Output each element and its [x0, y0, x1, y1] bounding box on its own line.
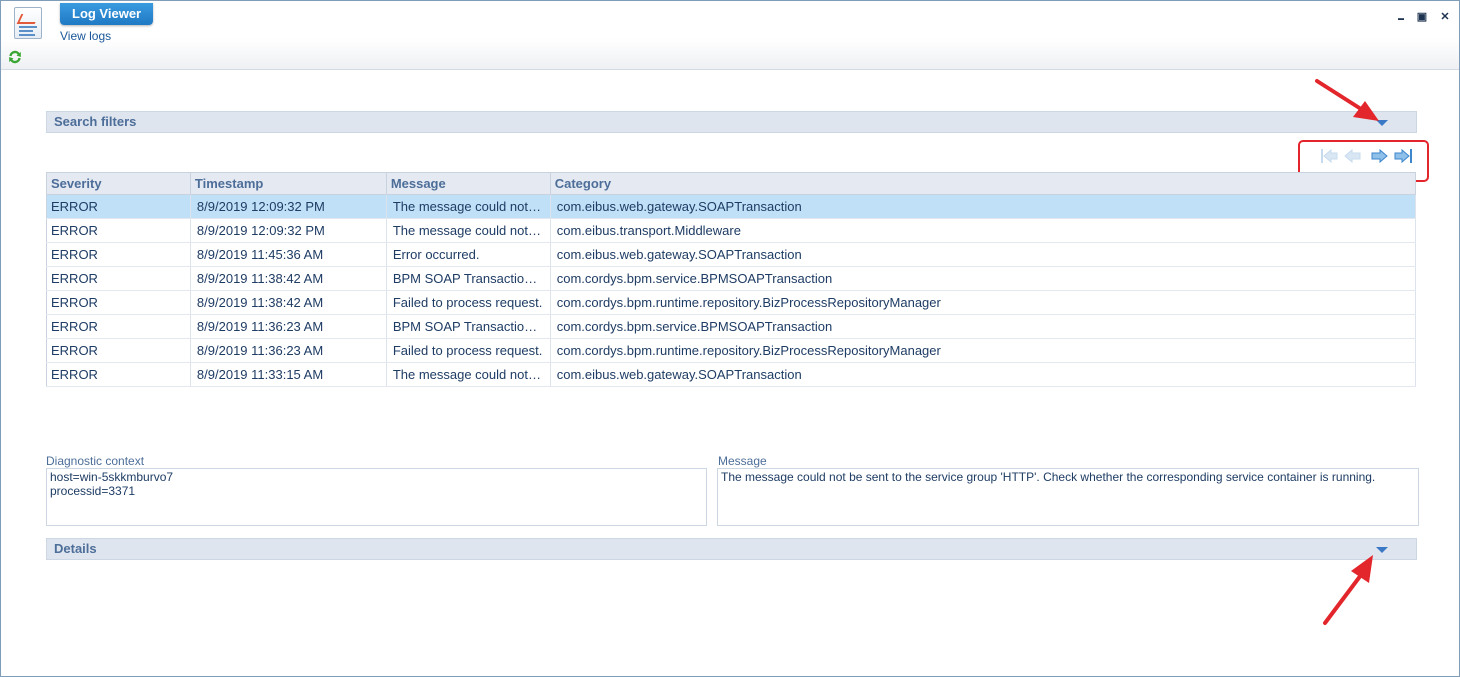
table-row[interactable]: ERROR 8/9/2019 11:36:23 AM Failed to pro… — [46, 338, 1417, 363]
maximize-icon: ▣ — [1416, 11, 1428, 23]
table-row[interactable]: ERROR 8/9/2019 11:36:23 AM BPM SOAP Tran… — [46, 314, 1417, 339]
table-row[interactable]: ERROR 8/9/2019 11:38:42 AM BPM SOAP Tran… — [46, 266, 1417, 291]
column-header-timestamp[interactable]: Timestamp — [189, 172, 387, 195]
search-filters-label: Search filters — [54, 114, 137, 129]
annotation-arrow-icon — [1323, 555, 1373, 625]
diagnostic-context-field[interactable]: host=win-5skkmburvo7 processid=3371 — [46, 468, 707, 526]
timestamp-cell: 8/9/2019 11:38:42 AM — [190, 290, 387, 315]
table-row[interactable]: ERROR 8/9/2019 11:45:36 AM Error occurre… — [46, 242, 1417, 267]
category-cell: com.cordys.bpm.runtime.repository.BizPro… — [550, 290, 1417, 315]
log-viewer-window: Log Viewer View logs ▬ ▣ ✕ Search filter… — [0, 0, 1460, 677]
details-label: Details — [54, 541, 97, 556]
maximize-button[interactable]: ▣ — [1415, 10, 1429, 24]
table-header-row: Severity Timestamp Message Category — [46, 172, 1417, 195]
timestamp-cell: 8/9/2019 12:09:32 PM — [190, 218, 387, 243]
close-button[interactable]: ✕ — [1438, 10, 1452, 24]
window-subtitle: View logs — [60, 29, 112, 43]
category-cell: com.cordys.bpm.runtime.repository.BizPro… — [550, 338, 1417, 363]
timestamp-cell: 8/9/2019 12:09:32 PM — [190, 194, 387, 219]
timestamp-cell: 8/9/2019 11:33:15 AM — [190, 362, 387, 387]
log-viewer-app-icon — [14, 7, 42, 39]
severity-cell: ERROR — [46, 338, 191, 363]
category-cell: com.eibus.transport.Middleware — [550, 218, 1417, 243]
log-table: Severity Timestamp Message Category ERRO… — [46, 172, 1417, 387]
category-cell: com.eibus.web.gateway.SOAPTransaction — [550, 194, 1417, 219]
message-cell: Failed to process request. — [386, 338, 551, 363]
minimize-button[interactable]: ▬ — [1394, 10, 1408, 24]
message-cell: Failed to process request. — [386, 290, 551, 315]
search-filters-panel[interactable]: Search filters — [46, 111, 1417, 133]
message-cell: Error occurred. — [386, 242, 551, 267]
message-cell: BPM SOAP Transaction failed. — [386, 266, 551, 291]
column-header-message[interactable]: Message — [385, 172, 551, 195]
category-cell: com.eibus.web.gateway.SOAPTransaction — [550, 362, 1417, 387]
timestamp-cell: 8/9/2019 11:45:36 AM — [190, 242, 387, 267]
message-field[interactable]: The message could not be sent to the ser… — [717, 468, 1419, 526]
timestamp-cell: 8/9/2019 11:38:42 AM — [190, 266, 387, 291]
timestamp-cell: 8/9/2019 11:36:23 AM — [190, 314, 387, 339]
table-row[interactable]: ERROR 8/9/2019 11:33:15 AM The message c… — [46, 362, 1417, 387]
timestamp-cell: 8/9/2019 11:36:23 AM — [190, 338, 387, 363]
severity-cell: ERROR — [46, 194, 191, 219]
category-cell: com.eibus.web.gateway.SOAPTransaction — [550, 242, 1417, 267]
severity-cell: ERROR — [46, 266, 191, 291]
category-cell: com.cordys.bpm.service.BPMSOAPTransactio… — [550, 314, 1417, 339]
severity-cell: ERROR — [46, 314, 191, 339]
severity-cell: ERROR — [46, 290, 191, 315]
table-row[interactable]: ERROR 8/9/2019 11:38:42 AM Failed to pro… — [46, 290, 1417, 315]
category-cell: com.cordys.bpm.service.BPMSOAPTransactio… — [550, 266, 1417, 291]
diagnostic-context-label: Diagnostic context — [46, 454, 145, 468]
table-row[interactable]: ERROR 8/9/2019 12:09:32 PM The message c… — [46, 218, 1417, 243]
column-header-category[interactable]: Category — [549, 172, 1417, 195]
refresh-icon[interactable] — [8, 50, 22, 64]
table-row[interactable]: ERROR 8/9/2019 12:09:32 PM The message c… — [46, 194, 1417, 219]
message-label: Message — [718, 454, 767, 468]
message-cell: BPM SOAP Transaction failed. — [386, 314, 551, 339]
close-icon: ✕ — [1440, 11, 1450, 23]
message-cell: The message could not be sent. — [386, 218, 551, 243]
minimize-icon: ▬ — [1398, 16, 1404, 22]
annotation-arrow-icon — [1315, 79, 1379, 121]
title-bar: Log Viewer View logs ▬ ▣ ✕ — [1, 1, 1459, 70]
severity-cell: ERROR — [46, 362, 191, 387]
column-header-severity[interactable]: Severity — [46, 172, 191, 195]
window-title: Log Viewer — [60, 3, 154, 25]
severity-cell: ERROR — [46, 242, 191, 267]
message-cell: The message could not be sent to the ser… — [386, 362, 551, 387]
severity-cell: ERROR — [46, 218, 191, 243]
message-cell: The message could not be sent to the ser… — [386, 194, 551, 219]
details-panel[interactable]: Details — [46, 538, 1417, 560]
